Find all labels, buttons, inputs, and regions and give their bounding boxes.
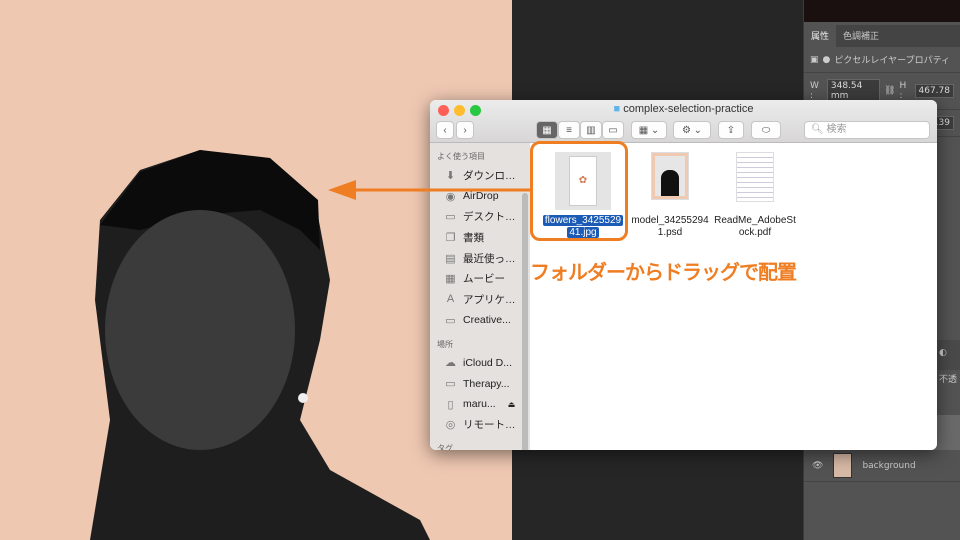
file-model[interactable]: model_34255294 1.psd (625, 152, 715, 239)
file-name-ext: ock.pdf (738, 227, 772, 238)
recents-icon: ▤ (445, 252, 456, 265)
drag-arrow-icon (328, 180, 530, 200)
column-view-button[interactable]: ▥ (580, 121, 602, 139)
sidebar-item-maru[interactable]: ▯ maru... ⏏ (430, 394, 530, 415)
desktop-icon: ▭ (445, 211, 456, 224)
list-view-button[interactable]: ≡ (558, 121, 580, 139)
tags-header: タグ (437, 444, 453, 450)
layer-props-label: ピクセルレイヤープロパティ (834, 56, 951, 66)
icon-view-button[interactable]: ▦ (536, 121, 558, 139)
sidebar-item-recents[interactable]: ▤ 最近使っ… (430, 248, 530, 269)
image-icon: ▣ (810, 54, 819, 65)
w-label: W : (810, 81, 819, 101)
sidebar-label: Creative... (463, 314, 511, 327)
favorites-header: よく使う項目 (437, 152, 485, 161)
laptop-icon: ▭ (445, 378, 456, 391)
search-placeholder: 検索 (826, 124, 847, 135)
folder-icon: ■ (613, 103, 621, 115)
layer-name: background (862, 460, 916, 471)
annotation-text: フォルダーからドラッグで配置 (530, 260, 797, 284)
back-button[interactable]: ‹ (436, 121, 454, 139)
mask-icon: ● (822, 54, 831, 65)
opacity-label: 不透 (939, 375, 958, 385)
gallery-view-button[interactable]: ▭ (602, 121, 624, 139)
sidebar-label: 最近使っ… (463, 252, 516, 265)
highlight-frame (530, 141, 628, 241)
disk-icon: ▯ (447, 398, 454, 411)
pdf-icon (736, 152, 774, 202)
window-title: complex-selection-practice (623, 103, 754, 115)
sidebar-item-remote[interactable]: ◎ リモート… (430, 415, 530, 436)
sidebar-label: Therapy... (463, 377, 510, 390)
sidebar-item-therapy[interactable]: ▭ Therapy... (430, 373, 530, 394)
file-readme[interactable]: ReadMe_AdobeSt ock.pdf (710, 152, 800, 239)
search-icon: 🔍︎ (811, 124, 824, 135)
movies-icon: ▦ (445, 273, 456, 286)
sidebar-item-desktop[interactable]: ▭ デスクト… (430, 206, 530, 227)
tab-adjustments[interactable]: 色調補正 (836, 25, 886, 47)
file-name: model_34255294 (631, 215, 709, 226)
sidebar-scrollbar[interactable] (522, 193, 528, 450)
tab-properties[interactable]: 属性 (804, 25, 837, 47)
file-name-ext: 1.psd (657, 227, 683, 238)
eye-icon[interactable]: 👁 (812, 461, 823, 471)
applications-icon: A (446, 293, 455, 306)
layer-thumbnail (833, 453, 853, 478)
sidebar-item-icloud[interactable]: ☁ iCloud D... (430, 353, 530, 374)
tag-icon[interactable]: ⬭ (751, 121, 781, 139)
action-gear-icon[interactable]: ⚙ ⌄ (673, 121, 711, 139)
locations-header: 場所 (437, 339, 453, 349)
sidebar-label: リモート… (463, 419, 516, 432)
sidebar-label: デスクト… (463, 211, 516, 224)
sidebar-label: ムービー (463, 273, 505, 286)
adjust-icon[interactable]: ◐ (939, 348, 947, 358)
link-icon[interactable]: ⛓ (884, 86, 895, 96)
sidebar-label: アプリケ… (463, 293, 516, 306)
sidebar-item-creative[interactable]: ▭ Creative... (430, 310, 530, 331)
documents-icon: ❐ (445, 231, 456, 244)
sidebar-label: maru... (463, 398, 496, 411)
forward-button[interactable]: › (456, 121, 474, 139)
icloud-icon: ☁ (445, 357, 456, 370)
sidebar-label: iCloud D... (463, 356, 513, 369)
sidebar-item-movies[interactable]: ▦ ムービー (430, 268, 530, 289)
search-input[interactable]: 🔍︎ 検索 (804, 121, 930, 139)
layer-row[interactable]: 👁 background (804, 450, 960, 482)
sidebar-item-documents[interactable]: ❐ 書類 (430, 227, 530, 248)
remote-disc-icon: ◎ (445, 419, 456, 432)
sidebar-label: 書類 (463, 231, 484, 244)
sidebar-item-applications[interactable]: A アプリケ… (430, 289, 530, 310)
share-icon[interactable]: ⇪ (718, 121, 744, 139)
model-thumbnail (655, 156, 685, 196)
folder-icon: ▭ (445, 314, 456, 327)
eject-icon[interactable]: ⏏ (508, 400, 516, 409)
h-label: H : (899, 81, 907, 101)
height-field[interactable]: 467.78 (914, 84, 954, 98)
finder-toolbar: ■ complex-selection-practice ‹ › ▦ ≡ ▥ ▭… (430, 100, 937, 143)
group-button[interactable]: ▦ ⌄ (631, 121, 667, 139)
file-name: ReadMe_AdobeSt (714, 215, 796, 226)
